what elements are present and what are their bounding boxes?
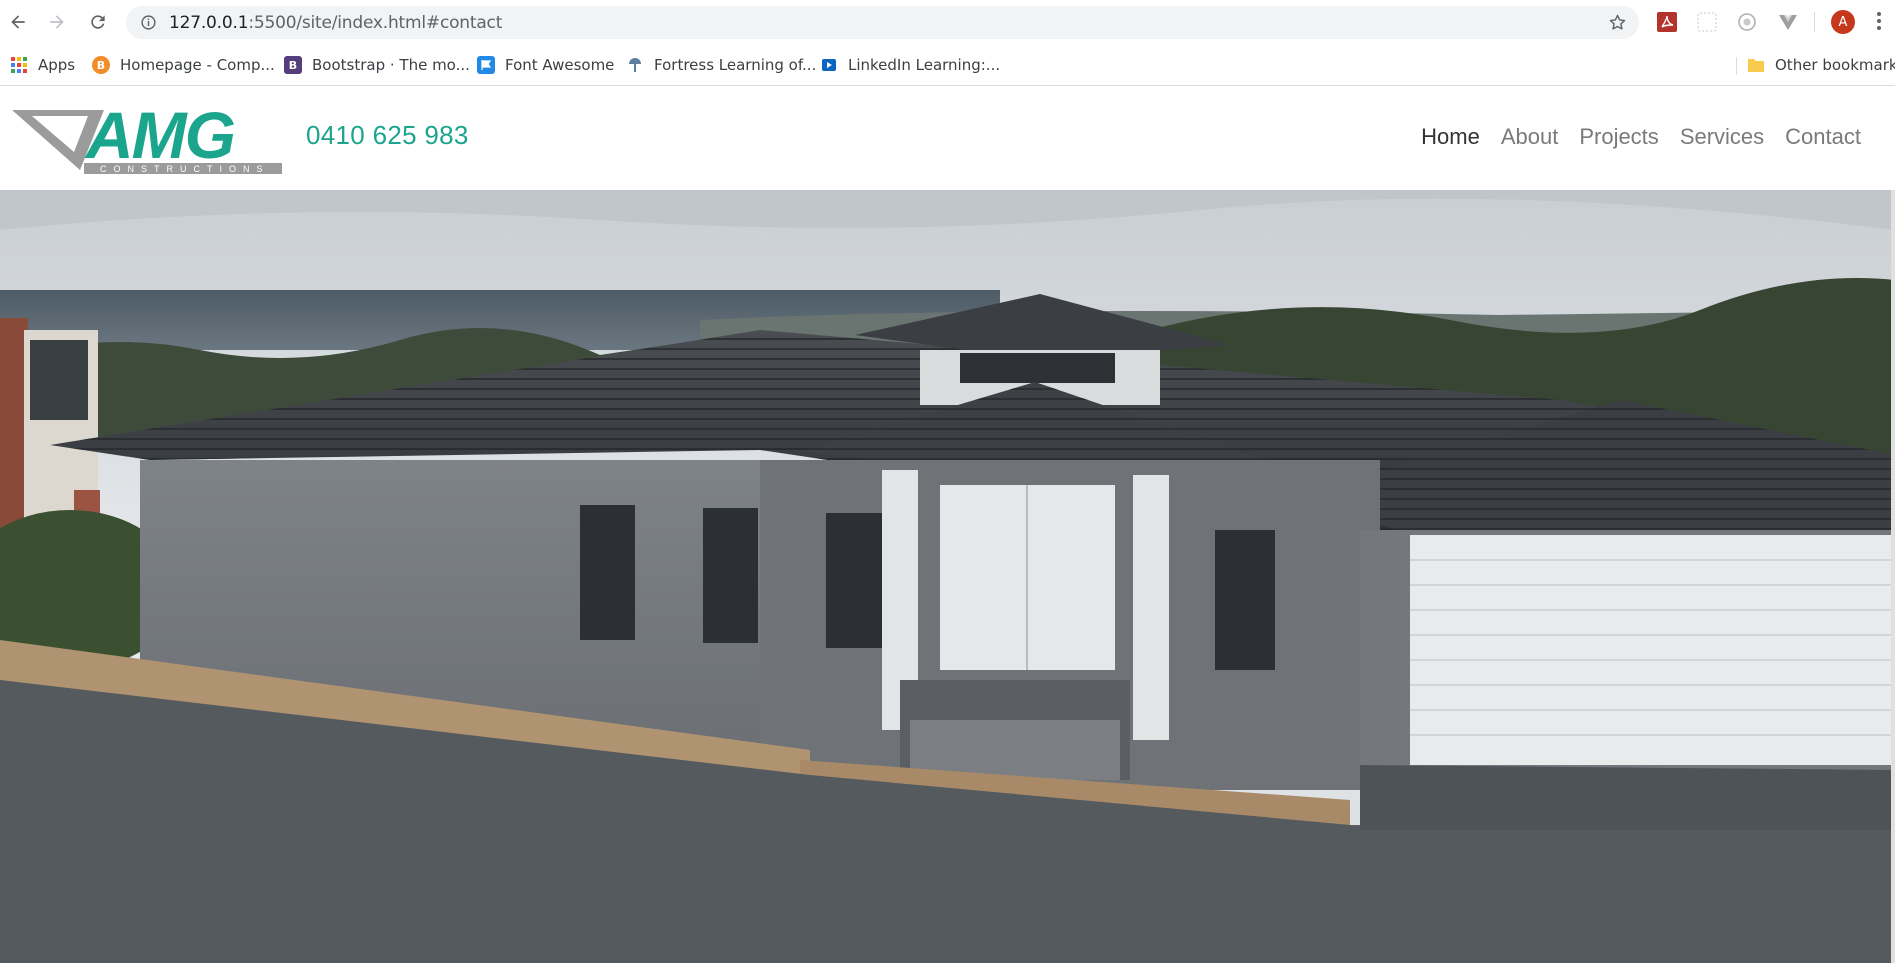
main-nav: Home About Projects Services Contact <box>1421 124 1861 150</box>
bookmark-label: LinkedIn Learning:... <box>848 56 1001 74</box>
extension-vue-icon[interactable] <box>1777 11 1799 33</box>
nav-projects[interactable]: Projects <box>1579 124 1658 150</box>
linkedin-learning-favicon <box>820 56 838 74</box>
url-path: :5500/site/index.html#contact <box>248 13 503 33</box>
nav-contact[interactable]: Contact <box>1785 124 1861 150</box>
reload-button[interactable] <box>86 10 110 34</box>
amg-logo[interactable]: AMG CONSTRUCTIONS <box>10 102 288 176</box>
arrow-left-icon <box>11 15 25 29</box>
forward-button[interactable] <box>45 10 69 34</box>
profile-avatar[interactable]: A <box>1831 10 1855 34</box>
apps-grid-icon <box>10 56 28 74</box>
nav-about[interactable]: About <box>1501 124 1559 150</box>
phone-number[interactable]: 0410 625 983 <box>306 120 469 151</box>
browser-menu-icon[interactable] <box>1876 12 1882 32</box>
fortress-favicon <box>626 56 644 74</box>
bookmark-fortress[interactable]: Fortress Learning of... <box>626 53 816 77</box>
info-icon[interactable] <box>140 14 157 31</box>
bookmark-label: Apps <box>38 56 76 74</box>
url-host: 127.0.0.1 <box>169 13 249 33</box>
extension-camera-icon[interactable] <box>1736 11 1758 33</box>
extension-grid-icon[interactable] <box>1696 11 1718 33</box>
logo-text: AMG <box>84 102 235 172</box>
url-text[interactable]: 127.0.0.1:5500/site/index.html#contact <box>169 13 502 33</box>
hero-image <box>0 190 1895 963</box>
site-header: AMG CONSTRUCTIONS 0410 625 983 Home Abou… <box>0 86 1895 190</box>
bookmark-label: Fortress Learning of... <box>654 56 817 74</box>
font-awesome-favicon <box>477 56 495 74</box>
bookmarks-bar: Apps B Homepage - Comp... B Bootstrap · … <box>0 45 1895 86</box>
bookmark-label: Other bookmarks <box>1775 56 1895 74</box>
bookmark-label: Font Awesome <box>505 56 615 74</box>
nav-services[interactable]: Services <box>1680 124 1764 150</box>
browser-toolbar: 127.0.0.1:5500/site/index.html#contact A <box>0 0 1895 45</box>
homepage-favicon: B <box>92 56 110 74</box>
bookmark-star-icon[interactable] <box>1608 13 1627 32</box>
bootstrap-favicon: B <box>284 56 302 74</box>
bookmark-linkedin-learning[interactable]: LinkedIn Learning:... <box>820 53 1000 77</box>
acrobat-extension-icon[interactable] <box>1656 11 1678 33</box>
back-button[interactable] <box>6 10 30 34</box>
bookmarks-divider <box>1736 57 1737 75</box>
bookmark-label: Bootstrap · The mo... <box>312 56 470 74</box>
nav-home[interactable]: Home <box>1421 124 1480 150</box>
logo-subtext: CONSTRUCTIONS <box>100 164 270 174</box>
bookmark-homepage[interactable]: B Homepage - Comp... <box>92 53 275 77</box>
address-bar[interactable]: 127.0.0.1:5500/site/index.html#contact <box>126 6 1639 39</box>
bookmark-label: Homepage - Comp... <box>120 56 275 74</box>
bookmark-font-awesome[interactable]: Font Awesome <box>477 53 614 77</box>
folder-icon <box>1747 56 1765 74</box>
bookmark-bootstrap[interactable]: B Bootstrap · The mo... <box>284 53 470 77</box>
reload-icon <box>91 15 105 29</box>
toolbar-divider <box>1814 12 1815 32</box>
bookmark-apps[interactable]: Apps <box>10 53 75 77</box>
bookmark-other[interactable]: Other bookmarks <box>1747 53 1895 77</box>
website-viewport: AMG CONSTRUCTIONS 0410 625 983 Home Abou… <box>0 86 1895 963</box>
arrow-right-icon <box>50 15 64 29</box>
page-scrollbar[interactable] <box>1891 190 1895 963</box>
